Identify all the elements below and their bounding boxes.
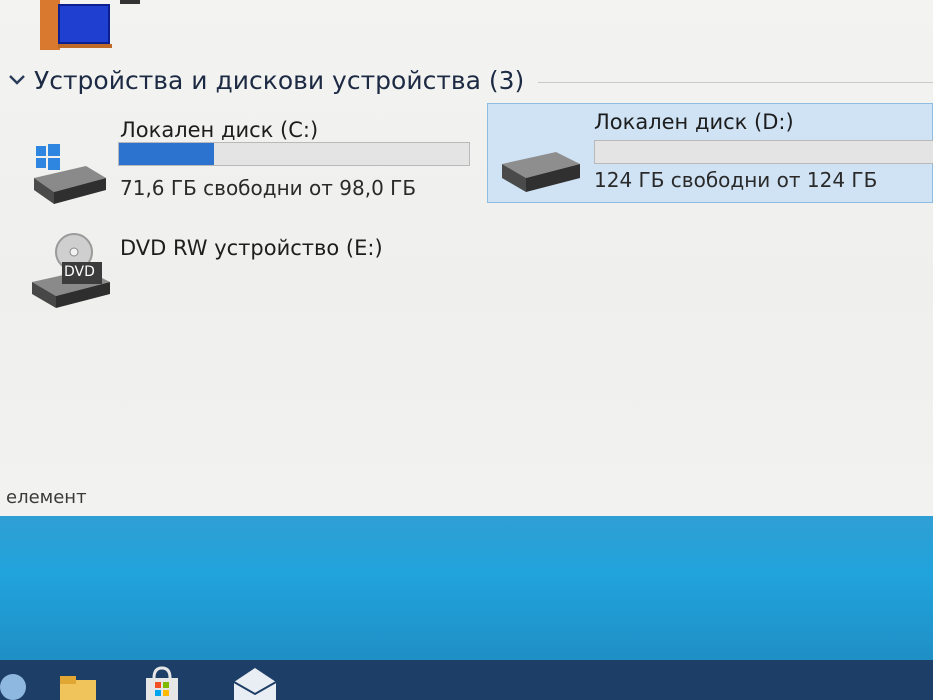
drive-c-tile[interactable]: Локален диск (C:) 71,6 ГБ свободни от 98… [24,110,479,210]
status-bar: елемент [0,484,933,516]
chevron-down-icon[interactable] [6,69,28,91]
mail-icon[interactable] [232,666,277,700]
desktop-background [0,516,933,660]
drive-c-usage-bar [118,142,470,166]
group-divider [538,81,933,83]
dvd-badge: DVD [64,264,95,280]
store-icon[interactable] [142,666,182,700]
taskbar [0,660,933,700]
drive-c-name: Локален диск (C:) [120,118,319,142]
windows-drive-icon [28,144,106,210]
desktop-folder-icon[interactable] [40,0,112,50]
drive-c-free-space: 71,6 ГБ свободни от 98,0 ГБ [120,176,417,200]
dvd-drive-icon: DVD [30,230,110,314]
drive-e-name: DVD RW устройство (E:) [120,236,383,260]
drive-d-free-space: 124 ГБ свободни от 124 ГБ [594,168,878,192]
drive-d-tile[interactable]: Локален диск (D:) 124 ГБ свободни от 124… [487,103,933,203]
folder-label-fragment [120,0,140,4]
start-icon[interactable] [0,674,26,700]
drive-c-usage-fill [119,143,214,165]
devices-group-header[interactable]: Устройства и дискови устройства (3) [6,62,933,98]
file-explorer-window: Устройства и дискови устройства (3) Лока… [0,0,933,516]
drive-d-usage-bar [594,140,933,164]
drive-d-name: Локален диск (D:) [594,110,794,134]
hard-drive-icon [498,148,582,198]
file-explorer-icon[interactable] [58,666,98,700]
drive-e-tile[interactable]: DVD DVD RW устройство (E:) [24,226,479,316]
group-title: Устройства и дискови устройства (3) [34,65,525,95]
status-text: елемент [6,487,87,508]
